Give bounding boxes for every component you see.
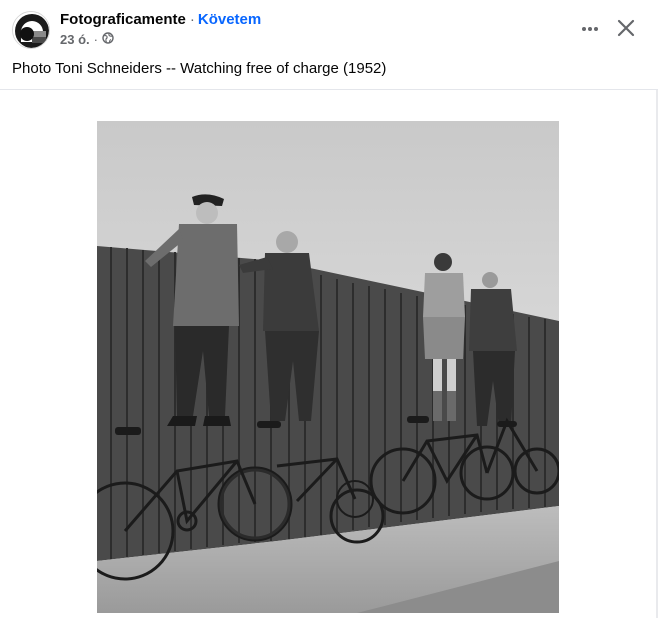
follow-button[interactable]: Követem [198, 11, 261, 28]
more-horizontal-icon [576, 27, 606, 46]
post-meta: 23 ó. · [60, 32, 114, 47]
name-separator: · [189, 11, 195, 28]
post-caption: Photo Toni Schneiders -- Watching free o… [12, 60, 387, 77]
post-header: Fotograficamente · Követem 23 ó. · [0, 0, 658, 56]
globe-icon [102, 32, 114, 47]
post-photo[interactable] [97, 121, 559, 613]
header-title-line: Fotograficamente · Követem [60, 11, 261, 28]
meta-separator: · [93, 32, 98, 47]
more-options-button[interactable] [576, 16, 606, 42]
page-avatar[interactable] [12, 11, 50, 49]
page-name-link[interactable]: Fotograficamente [60, 11, 186, 28]
post-timestamp[interactable]: 23 ó. [60, 32, 90, 47]
close-icon [612, 19, 640, 46]
close-button[interactable] [612, 14, 640, 42]
